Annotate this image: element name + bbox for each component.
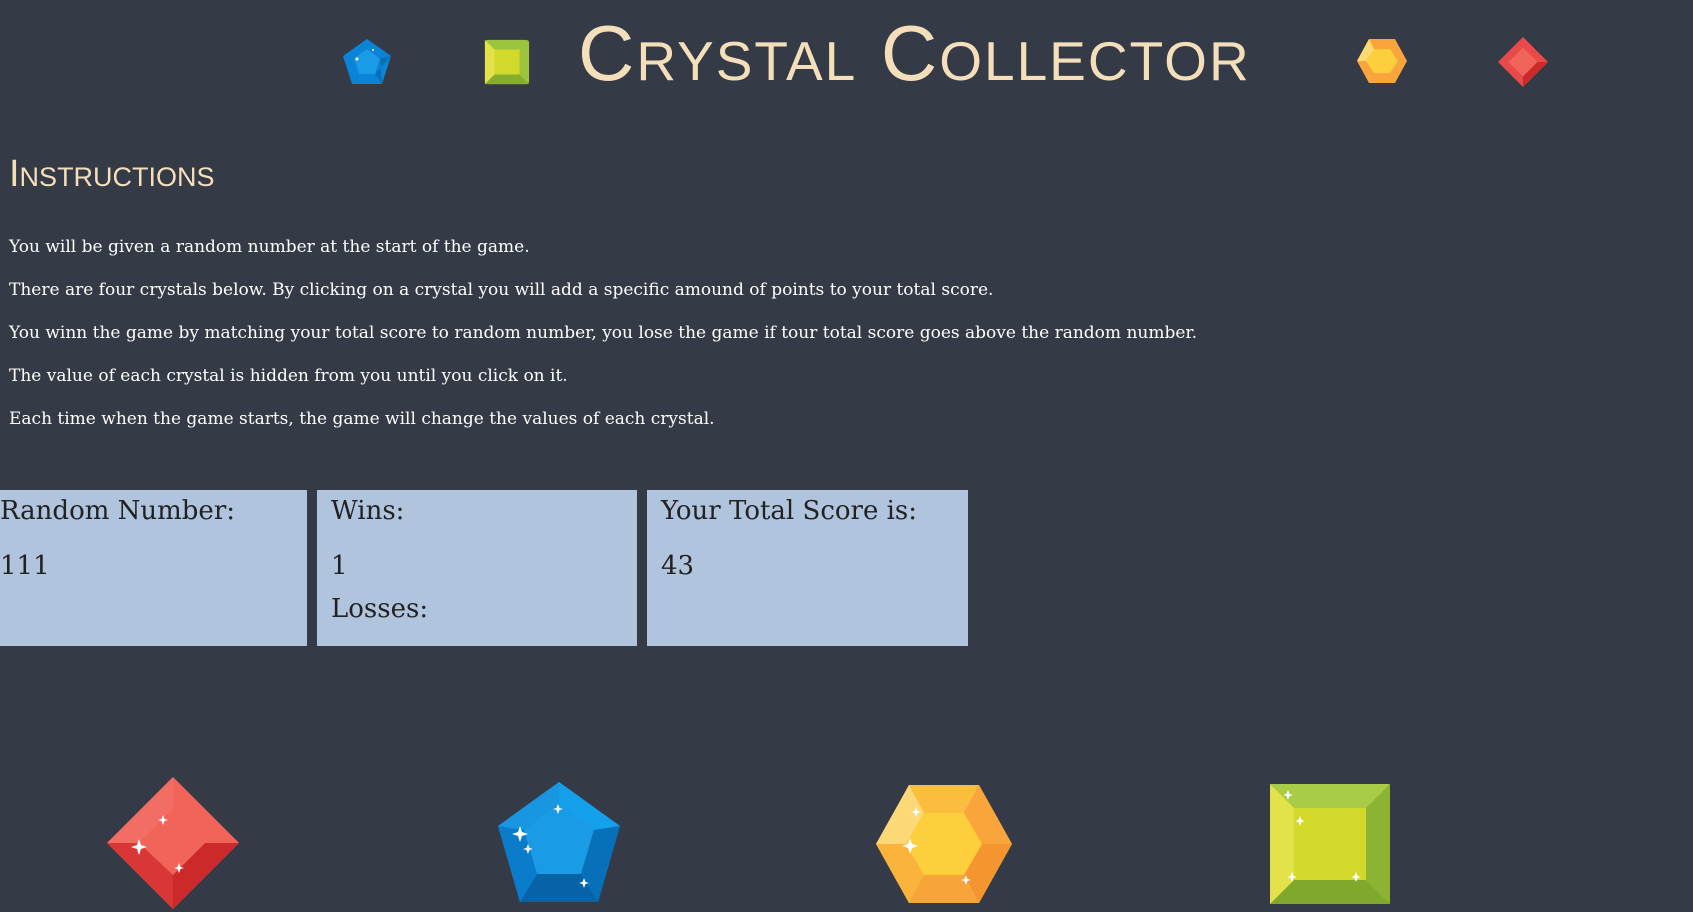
wins-value: 1 bbox=[331, 551, 348, 581]
total-score-value: 43 bbox=[661, 551, 695, 581]
random-number-panel: Random Number: 111 bbox=[0, 490, 307, 646]
green-square-crystal[interactable] bbox=[1268, 782, 1392, 906]
red-diamond-crystal[interactable] bbox=[105, 775, 241, 911]
game-title: Crystal Collector bbox=[578, 9, 1251, 97]
red-diamond-gem-icon bbox=[1498, 37, 1548, 87]
wins-label: Wins: bbox=[331, 496, 405, 526]
instruction-line: There are four crystals below. By clicki… bbox=[9, 280, 994, 300]
losses-label: Losses: bbox=[331, 594, 429, 624]
blue-pentagon-gem-icon bbox=[343, 39, 391, 84]
wins-losses-panel: Wins: 1 Losses: bbox=[317, 490, 637, 646]
instruction-line: The value of each crystal is hidden from… bbox=[9, 366, 568, 386]
green-square-gem-icon bbox=[484, 39, 530, 85]
instruction-line: Each time when the game starts, the game… bbox=[9, 409, 715, 429]
total-score-panel: Your Total Score is: 43 bbox=[647, 490, 968, 646]
random-number-label: Random Number: bbox=[0, 496, 236, 526]
blue-pentagon-crystal[interactable] bbox=[494, 780, 624, 905]
yellow-hexagon-crystal[interactable] bbox=[874, 783, 1014, 905]
total-score-label: Your Total Score is: bbox=[661, 496, 918, 526]
header: Crystal Collector bbox=[0, 0, 1693, 120]
random-number-value: 111 bbox=[0, 551, 50, 581]
instruction-line: You winn the game by matching your total… bbox=[9, 323, 1198, 343]
instructions-title: Instructions bbox=[9, 153, 215, 195]
yellow-hexagon-gem-icon bbox=[1357, 39, 1407, 83]
instruction-line: You will be given a random number at the… bbox=[9, 237, 530, 257]
